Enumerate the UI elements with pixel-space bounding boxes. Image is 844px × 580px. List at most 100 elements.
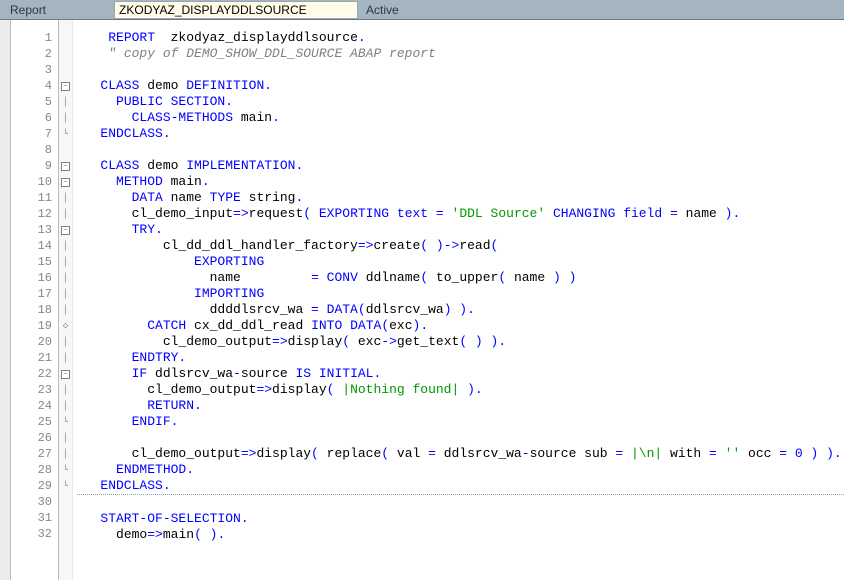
fold-cell[interactable]: │	[59, 398, 72, 414]
line-number: 27	[11, 446, 58, 462]
fold-cell[interactable]: │	[59, 430, 72, 446]
line-number: 2	[11, 46, 58, 62]
fold-cell[interactable]: │	[59, 286, 72, 302]
fold-collapse-icon[interactable]: −	[61, 178, 70, 187]
line-number: 12	[11, 206, 58, 222]
fold-gutter[interactable]: −││└−−││−│││││◇││−││└││└└	[59, 20, 73, 580]
fold-cell[interactable]: └	[59, 126, 72, 142]
code-line[interactable]: EXPORTING	[77, 254, 844, 270]
fold-cell[interactable]: │	[59, 382, 72, 398]
line-number: 7	[11, 126, 58, 142]
fold-cell[interactable]: │	[59, 254, 72, 270]
fold-cell[interactable]: │	[59, 190, 72, 206]
fold-cell[interactable]: │	[59, 350, 72, 366]
fold-cell[interactable]: └	[59, 414, 72, 430]
fold-cell[interactable]: │	[59, 334, 72, 350]
line-number: 3	[11, 62, 58, 78]
line-number: 22	[11, 366, 58, 382]
code-line[interactable]	[77, 62, 844, 78]
line-number: 25	[11, 414, 58, 430]
code-line[interactable]: cl_demo_output=>display( replace( val = …	[77, 446, 844, 462]
code-line[interactable]: CATCH cx_dd_ddl_read INTO DATA(exc).	[77, 318, 844, 334]
code-line[interactable]: cl_demo_output=>display( exc->get_text( …	[77, 334, 844, 350]
fold-cell[interactable]: └	[59, 462, 72, 478]
line-number: 5	[11, 94, 58, 110]
code-line[interactable]: ddddlsrcv_wa = DATA(ddlsrcv_wa) ).	[77, 302, 844, 318]
line-number: 30	[11, 494, 58, 510]
line-number: 10	[11, 174, 58, 190]
line-number: 11	[11, 190, 58, 206]
program-status: Active	[358, 3, 407, 17]
code-line[interactable]	[77, 142, 844, 158]
line-number: 1	[11, 30, 58, 46]
code-line[interactable]: ENDCLASS.	[77, 126, 844, 142]
code-line[interactable]: RETURN.	[77, 398, 844, 414]
fold-cell[interactable]: │	[59, 110, 72, 126]
code-line[interactable]: METHOD main.	[77, 174, 844, 190]
code-line[interactable]: START-OF-SELECTION.	[77, 511, 844, 527]
code-line[interactable]	[77, 430, 844, 446]
fold-cell[interactable]: −	[59, 78, 72, 94]
header-object-type: Report	[0, 3, 56, 17]
fold-cell[interactable]: └	[59, 478, 72, 494]
line-number: 16	[11, 270, 58, 286]
line-number: 6	[11, 110, 58, 126]
code-line[interactable]: CLASS demo IMPLEMENTATION.	[77, 158, 844, 174]
code-line[interactable]: name = CONV ddlname( to_upper( name ) )	[77, 270, 844, 286]
code-line[interactable]: ENDTRY.	[77, 350, 844, 366]
code-line[interactable]: " copy of DEMO_SHOW_DDL_SOURCE ABAP repo…	[77, 46, 844, 62]
line-number-gutter: 1234567891011121314151617181920212223242…	[11, 20, 59, 580]
code-line[interactable]: IMPORTING	[77, 286, 844, 302]
line-number: 32	[11, 526, 58, 542]
fold-cell[interactable]: −	[59, 174, 72, 190]
fold-cell[interactable]: │	[59, 446, 72, 462]
fold-cell[interactable]: │	[59, 238, 72, 254]
code-line[interactable]: cl_demo_output=>display( |Nothing found|…	[77, 382, 844, 398]
fold-cell[interactable]	[59, 510, 72, 526]
fold-cell[interactable]	[59, 46, 72, 62]
line-number: 17	[11, 286, 58, 302]
code-line[interactable]: DATA name TYPE string.	[77, 190, 844, 206]
code-line[interactable]: cl_demo_input=>request( EXPORTING text =…	[77, 206, 844, 222]
code-line[interactable]: demo=>main( ).	[77, 527, 844, 543]
fold-cell[interactable]: │	[59, 302, 72, 318]
code-line[interactable]: CLASS-METHODS main.	[77, 110, 844, 126]
code-line[interactable]: ENDMETHOD.	[77, 462, 844, 478]
code-line[interactable]: cl_dd_ddl_handler_factory=>create( )->re…	[77, 238, 844, 254]
code-line[interactable]: REPORT zkodyaz_displayddlsource.	[77, 30, 844, 46]
line-number: 19	[11, 318, 58, 334]
code-line[interactable]: CLASS demo DEFINITION.	[77, 78, 844, 94]
line-number: 31	[11, 510, 58, 526]
code-editor: 1234567891011121314151617181920212223242…	[0, 20, 844, 580]
line-number: 18	[11, 302, 58, 318]
fold-collapse-icon[interactable]: −	[61, 370, 70, 379]
line-number: 20	[11, 334, 58, 350]
code-line[interactable]: TRY.	[77, 222, 844, 238]
fold-cell[interactable]	[59, 526, 72, 542]
code-line[interactable]: ENDIF.	[77, 414, 844, 430]
code-line[interactable]: PUBLIC SECTION.	[77, 94, 844, 110]
bookmark-gutter[interactable]	[0, 20, 11, 580]
fold-cell[interactable]	[59, 30, 72, 46]
program-name-input[interactable]	[114, 1, 358, 19]
code-line[interactable]	[77, 495, 844, 511]
fold-cell[interactable]: −	[59, 366, 72, 382]
line-number: 9	[11, 158, 58, 174]
fold-cell[interactable]: ◇	[59, 318, 72, 334]
line-number: 23	[11, 382, 58, 398]
fold-collapse-icon[interactable]: −	[61, 162, 70, 171]
fold-cell[interactable]: │	[59, 270, 72, 286]
line-number: 21	[11, 350, 58, 366]
code-line[interactable]: IF ddlsrcv_wa-source IS INITIAL.	[77, 366, 844, 382]
code-text-area[interactable]: REPORT zkodyaz_displayddlsource. " copy …	[73, 20, 844, 580]
fold-cell[interactable]: │	[59, 206, 72, 222]
fold-cell[interactable]: −	[59, 222, 72, 238]
fold-cell[interactable]	[59, 142, 72, 158]
fold-cell[interactable]	[59, 62, 72, 78]
fold-collapse-icon[interactable]: −	[61, 82, 70, 91]
code-line[interactable]: ENDCLASS.	[77, 478, 844, 494]
fold-cell[interactable]	[59, 494, 72, 510]
fold-cell[interactable]: −	[59, 158, 72, 174]
fold-collapse-icon[interactable]: −	[61, 226, 70, 235]
fold-cell[interactable]: │	[59, 94, 72, 110]
